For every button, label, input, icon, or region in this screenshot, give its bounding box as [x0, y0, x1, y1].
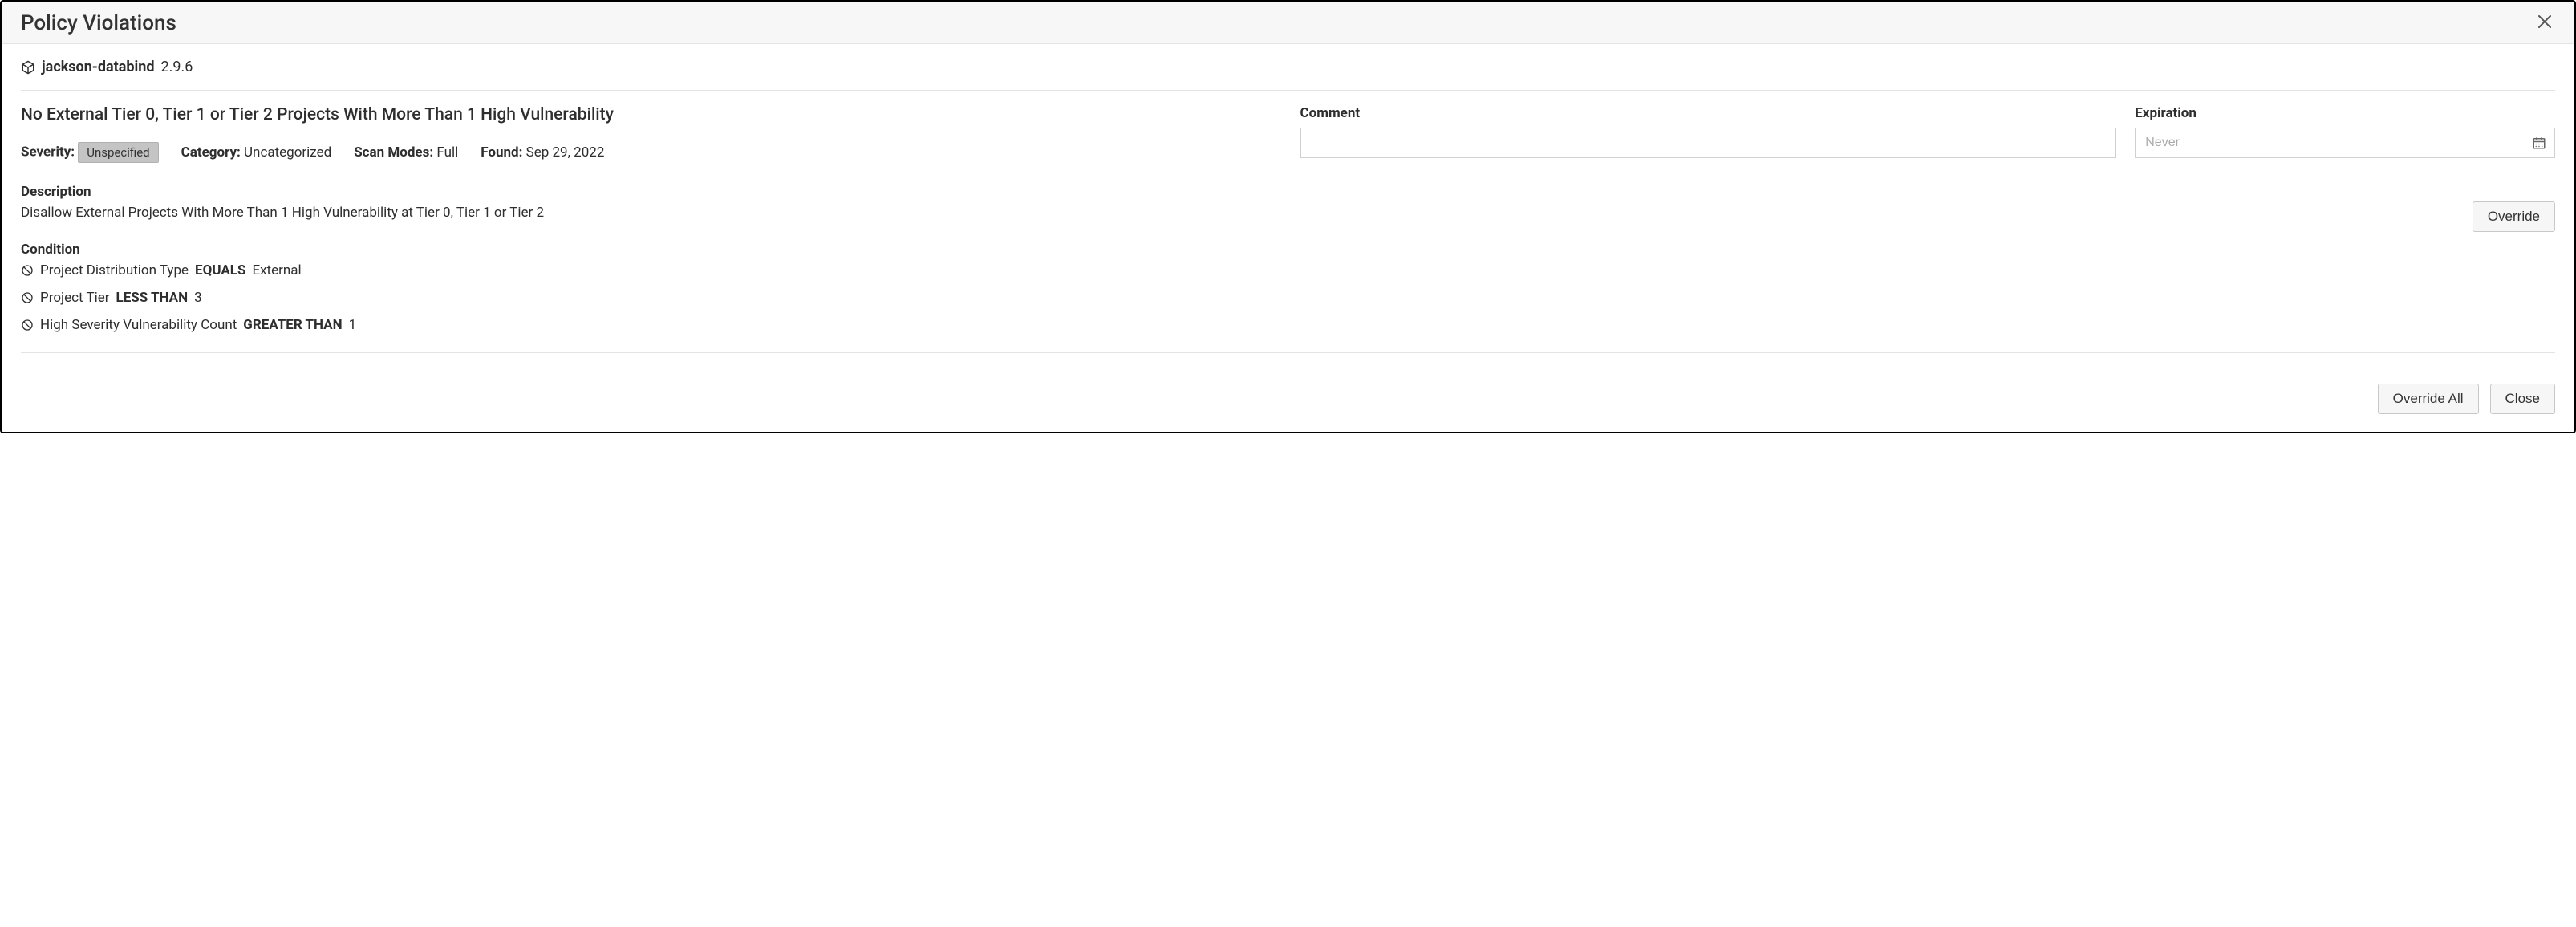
ban-icon [21, 291, 34, 304]
comment-group: Comment [1300, 105, 2116, 158]
override-all-button[interactable]: Override All [2378, 384, 2479, 414]
expiration-group: Expiration [2135, 105, 2555, 158]
expiration-input-wrapper [2135, 128, 2555, 158]
policy-details: No External Tier 0, Tier 1 or Tier 2 Pro… [21, 105, 1276, 333]
dialog-header: Policy Violations [2, 2, 2574, 44]
found-value: Sep 29, 2022 [526, 144, 605, 161]
condition-label: Condition [21, 242, 1276, 258]
policy-violations-dialog: Policy Violations jackson-databind 2.9.6… [0, 0, 2576, 433]
category-field: Category: Uncategorized [181, 144, 332, 161]
condition-subject: High Severity Vulnerability Count [40, 317, 237, 333]
content-columns: No External Tier 0, Tier 1 or Tier 2 Pro… [21, 105, 2555, 353]
dialog-footer: Override All Close [2, 361, 2574, 432]
scan-modes-field: Scan Modes: Full [354, 144, 458, 161]
scan-modes-label: Scan Modes: [354, 144, 433, 161]
category-value: Uncategorized [244, 144, 331, 161]
comment-input[interactable] [1300, 128, 2116, 158]
expiration-input[interactable] [2144, 135, 2532, 151]
severity-label: Severity: [21, 144, 75, 160]
condition-row: Project Tier LESS THAN 3 [21, 290, 1276, 306]
expiration-label: Expiration [2135, 105, 2555, 121]
severity-badge: Unspecified [78, 142, 158, 163]
dialog-title: Policy Violations [21, 11, 176, 35]
condition-row: High Severity Vulnerability Count GREATE… [21, 317, 1276, 333]
comment-label: Comment [1300, 105, 2116, 121]
condition-list: Project Distribution Type EQUALS Externa… [21, 262, 1276, 333]
component-cube-icon [21, 60, 35, 75]
component-version: 2.9.6 [161, 59, 193, 75]
override-button[interactable]: Override [2473, 201, 2555, 232]
condition-value: 1 [349, 317, 357, 333]
policy-title: No External Tier 0, Tier 1 or Tier 2 Pro… [21, 105, 1276, 124]
condition-subject: Project Distribution Type [40, 262, 189, 279]
form-fields-row: Comment Expiration [1300, 105, 2556, 158]
found-label: Found: [481, 144, 522, 161]
found-field: Found: Sep 29, 2022 [481, 144, 604, 161]
component-header: jackson-databind 2.9.6 [21, 59, 2555, 91]
condition-op: GREATER THAN [243, 317, 342, 333]
override-form: Comment Expiration [1300, 105, 2556, 333]
description-label: Description [21, 184, 1276, 200]
dialog-body: jackson-databind 2.9.6 No External Tier … [2, 44, 2574, 361]
close-button[interactable]: Close [2490, 384, 2555, 414]
condition-value: 3 [194, 290, 202, 306]
condition-op: LESS THAN [116, 290, 189, 306]
condition-value: External [252, 262, 301, 279]
scan-modes-value: Full [436, 144, 458, 161]
override-button-row: Override [1300, 201, 2556, 232]
condition-row: Project Distribution Type EQUALS Externa… [21, 262, 1276, 279]
ban-icon [21, 264, 34, 277]
calendar-icon[interactable] [2532, 136, 2546, 150]
condition-subject: Project Tier [40, 290, 110, 306]
component-name: jackson-databind [42, 59, 155, 75]
description-text: Disallow External Projects With More Tha… [21, 205, 1276, 221]
category-label: Category: [181, 144, 241, 161]
close-icon[interactable] [2534, 11, 2555, 35]
condition-op: EQUALS [195, 262, 245, 279]
policy-meta-row: Severity: Unspecified Category: Uncatego… [21, 142, 1276, 163]
ban-icon [21, 319, 34, 331]
severity-field: Severity: Unspecified [21, 142, 159, 163]
